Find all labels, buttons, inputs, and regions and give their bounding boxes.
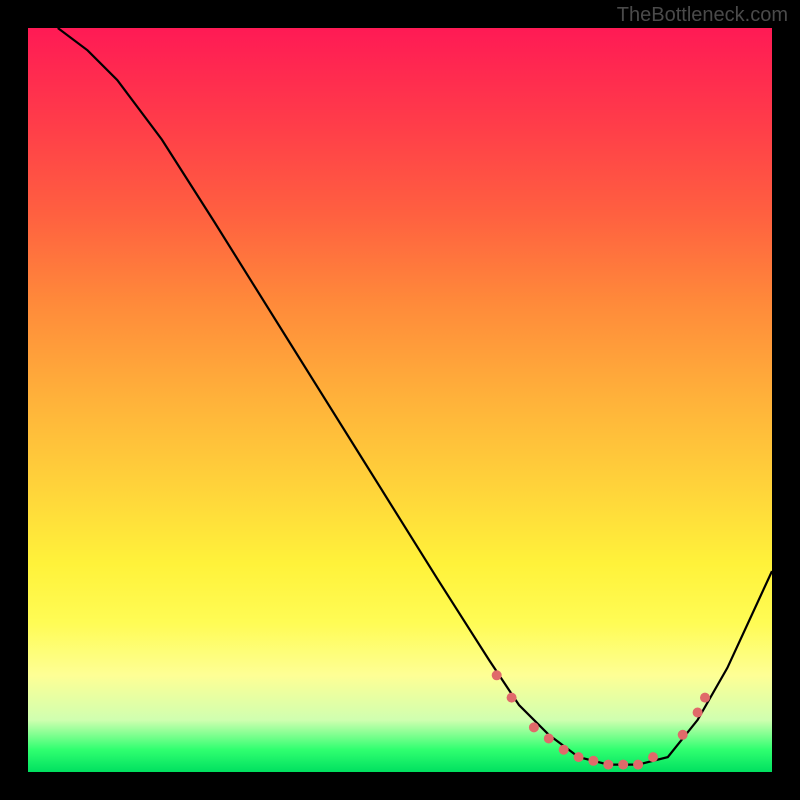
marker-dot xyxy=(678,730,688,740)
marker-dot xyxy=(693,708,703,718)
marker-dot xyxy=(544,734,554,744)
marker-dot xyxy=(700,693,710,703)
highlight-markers xyxy=(492,670,710,769)
marker-dot xyxy=(618,760,628,770)
watermark-text: TheBottleneck.com xyxy=(617,4,788,27)
marker-dot xyxy=(588,756,598,766)
marker-dot xyxy=(648,752,658,762)
marker-dot xyxy=(633,760,643,770)
plot-area xyxy=(28,28,772,772)
bottleneck-curve xyxy=(58,28,772,765)
marker-dot xyxy=(559,745,569,755)
marker-dot xyxy=(574,752,584,762)
marker-dot xyxy=(507,693,517,703)
marker-dot xyxy=(492,670,502,680)
marker-dot xyxy=(529,722,539,732)
marker-dot xyxy=(603,760,613,770)
chart-svg xyxy=(28,28,772,772)
